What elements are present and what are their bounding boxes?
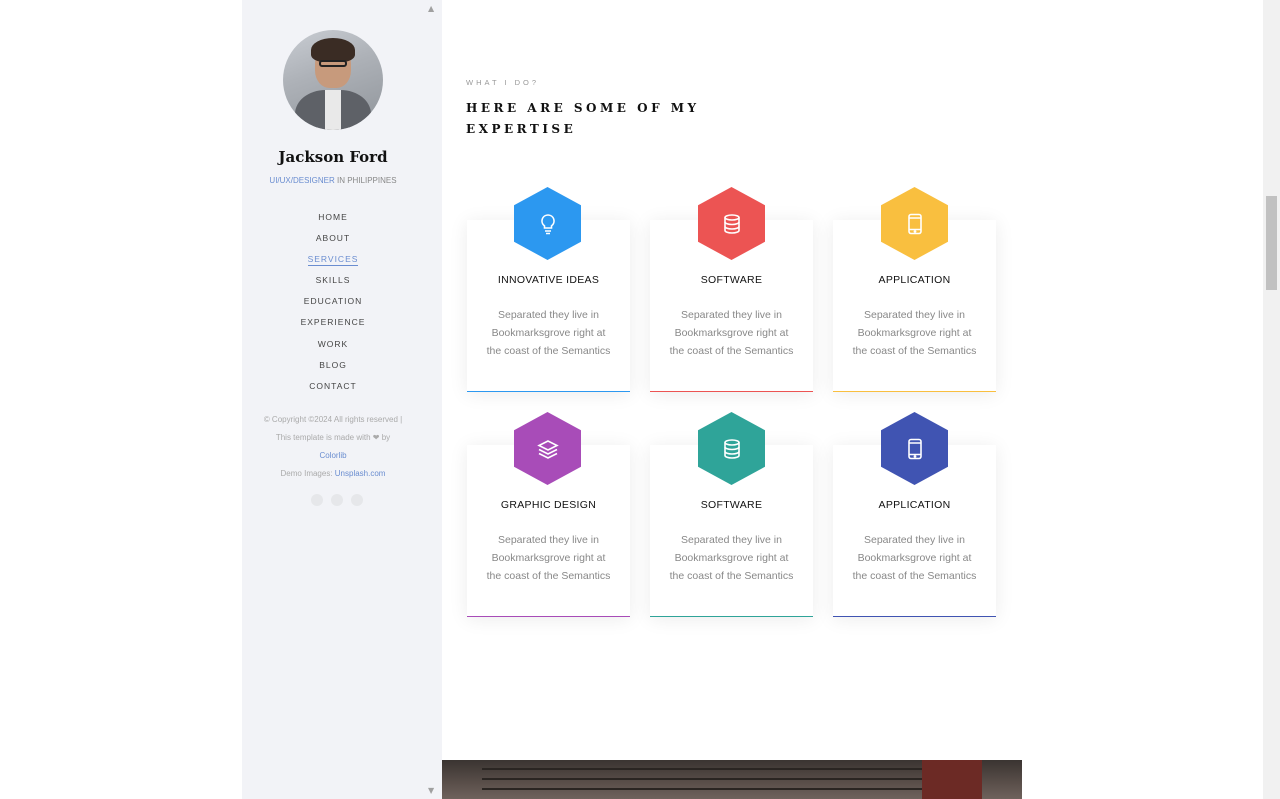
service-text: Separated they live in Bookmarksgrove ri… <box>852 309 977 357</box>
service-title: APPLICATION <box>878 499 951 511</box>
page-scrollbar-thumb[interactable] <box>1266 196 1277 290</box>
copyright: © Copyright ©2024 All rights reserved | … <box>242 411 424 483</box>
page-scrollbar[interactable] <box>1263 0 1280 799</box>
sidebar-scroll-down-icon[interactable]: ▼ <box>428 786 434 795</box>
lightbulb-icon <box>540 213 555 234</box>
copyright-made-with: This template is made with ❤ by <box>275 433 391 442</box>
nav-blog[interactable]: BLOG <box>319 360 347 371</box>
service-text: Separated they live in Bookmarksgrove ri… <box>486 309 611 357</box>
nav-contact[interactable]: CONTACT <box>309 381 356 392</box>
section-eyebrow: WHAT I DO? <box>466 78 540 87</box>
service-title: INNOVATIVE IDEAS <box>497 274 600 286</box>
sidebar: ▲ ▼ Jackson Ford UI/UX/DESIGNER IN PHILI… <box>242 0 442 799</box>
database-icon <box>723 213 740 234</box>
social-icons <box>302 494 372 506</box>
nav-skills[interactable]: SKILLS <box>316 275 351 286</box>
service-text: Separated they live in Bookmarksgrove ri… <box>486 534 611 582</box>
nav-work[interactable]: WORK <box>318 339 348 350</box>
facebook-icon[interactable] <box>311 494 323 506</box>
profile-role-location: IN PHILIPPINES <box>334 176 397 185</box>
demo-images-label: Demo Images: <box>280 469 335 478</box>
service-text: Separated they live in Bookmarksgrove ri… <box>852 534 977 582</box>
service-title: APPLICATION <box>878 274 951 286</box>
next-section-image <box>442 760 1022 799</box>
colorlib-link[interactable]: Colorlib <box>319 451 346 460</box>
sidebar-nav: HOME ABOUT SERVICES SKILLS EDUCATION EXP… <box>242 205 424 395</box>
layers-icon <box>536 439 559 459</box>
nav-about[interactable]: ABOUT <box>316 233 350 244</box>
service-text: Separated they live in Bookmarksgrove ri… <box>669 309 794 357</box>
unsplash-link[interactable]: Unsplash.com <box>335 469 386 478</box>
twitter-icon[interactable] <box>331 494 343 506</box>
copyright-line: © Copyright ©2024 All rights reserved | <box>263 415 403 424</box>
profile-role: UI/UX/DESIGNER IN PHILIPPINES <box>242 176 424 185</box>
profile-role-link[interactable]: UI/UX/DESIGNER <box>269 176 334 185</box>
mobile-icon <box>907 213 922 234</box>
nav-experience[interactable]: EXPERIENCE <box>301 317 366 328</box>
service-title: GRAPHIC DESIGN <box>500 499 597 511</box>
database-icon <box>723 438 740 459</box>
sidebar-scroll-up-icon[interactable]: ▲ <box>428 4 434 13</box>
avatar <box>283 30 383 130</box>
nav-education[interactable]: EDUCATION <box>304 296 362 307</box>
instagram-icon[interactable] <box>351 494 363 506</box>
service-title: SOFTWARE <box>700 499 763 511</box>
nav-home[interactable]: HOME <box>318 212 348 223</box>
nav-services[interactable]: SERVICES <box>307 254 359 267</box>
service-title: SOFTWARE <box>700 274 763 286</box>
service-text: Separated they live in Bookmarksgrove ri… <box>669 534 794 582</box>
section-heading: HERE ARE SOME OF MY EXPERTISE <box>466 101 700 136</box>
profile-name: Jackson Ford <box>278 148 388 166</box>
mobile-icon <box>907 438 922 459</box>
